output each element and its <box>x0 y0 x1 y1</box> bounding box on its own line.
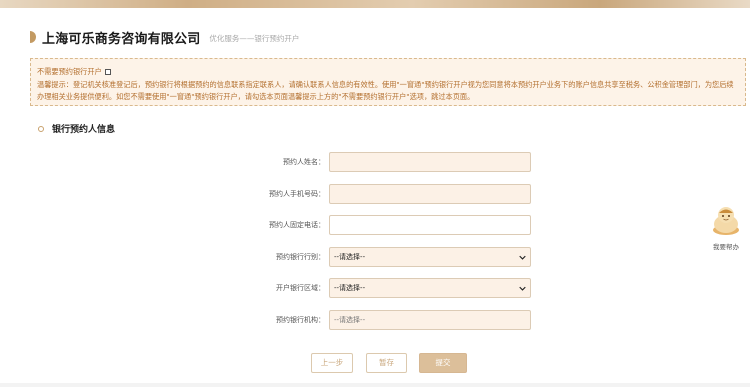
notice-text: 温馨提示：登记机关核准登记后，预约银行将根据预约的信息联系指定联系人，请确认联系… <box>37 79 734 102</box>
opt-out-checkbox[interactable] <box>104 69 111 76</box>
bank-label: 预约银行行别： <box>276 253 325 261</box>
bottom-divider <box>0 383 750 387</box>
region-select[interactable]: --请选择-- <box>329 278 531 298</box>
section-title: 银行预约人信息 <box>52 125 116 135</box>
company-name: 上海可乐商务咨询有限公司 <box>42 31 201 47</box>
opt-out-label: 不需要预约银行开户 <box>37 67 102 76</box>
assistant-mascot-icon <box>713 207 739 235</box>
notice-box: 不需要预约银行开户 温馨提示：登记机关核准登记后，预约银行将根据预约的信息联系指… <box>30 58 746 106</box>
helper-widget[interactable]: 我要帮办 <box>708 204 744 251</box>
top-decorative-band <box>0 0 750 8</box>
branch-select[interactable]: --请选择-- <box>329 310 531 330</box>
bank-select-value: --请选择-- <box>334 253 366 261</box>
branch-select-value: --请选择-- <box>334 316 366 324</box>
mobile-label: 预约人手机号码： <box>269 190 325 198</box>
region-label: 开户银行区域： <box>276 284 325 292</box>
region-select-value: --请选择-- <box>334 284 366 292</box>
company-mark-icon <box>30 31 36 43</box>
phone-label: 预约人固定电话： <box>269 221 325 229</box>
chevron-down-icon <box>519 255 526 260</box>
name-input[interactable] <box>329 152 531 172</box>
mobile-input[interactable] <box>329 184 531 204</box>
helper-label: 我要帮办 <box>713 243 739 251</box>
bank-select[interactable]: --请选择-- <box>329 247 531 267</box>
phone-input[interactable] <box>329 215 531 235</box>
prev-button[interactable]: 上一步 <box>311 353 353 373</box>
breadcrumb: 优化服务——银行预约开户 <box>209 33 300 43</box>
section-header: 银行预约人信息 <box>38 122 115 135</box>
company-header: 上海可乐商务咨询有限公司 优化服务——银行预约开户 <box>30 27 299 47</box>
branch-label: 预约银行机构： <box>276 316 325 324</box>
section-ring-icon <box>38 125 44 132</box>
chevron-down-icon <box>519 286 526 291</box>
submit-button[interactable]: 提交 <box>419 353 467 373</box>
save-button[interactable]: 暂存 <box>366 353 407 373</box>
name-label: 预约人姓名： <box>283 158 325 166</box>
